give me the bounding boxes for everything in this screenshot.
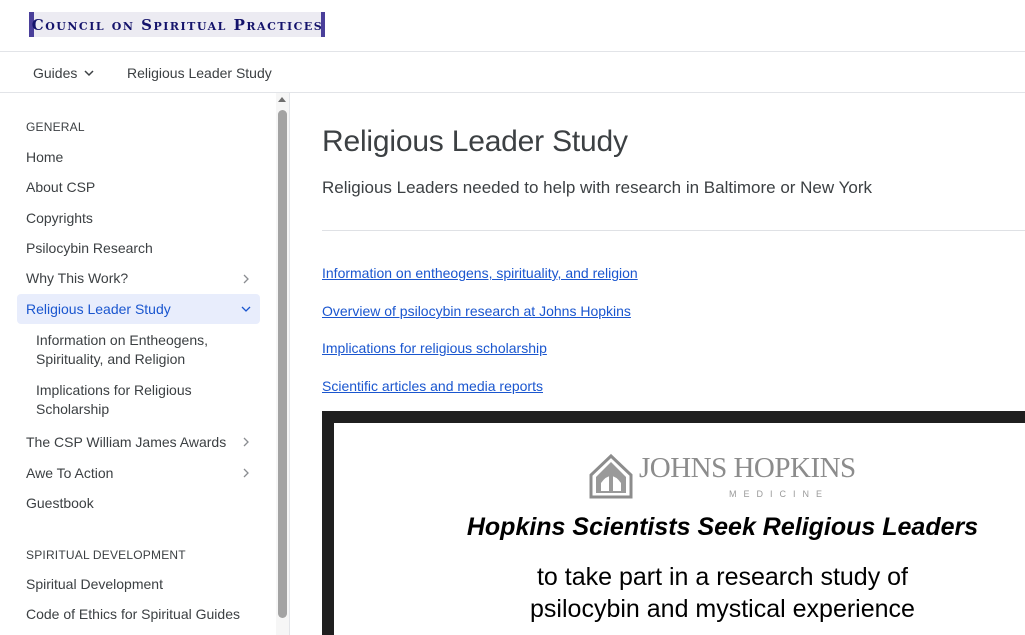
page-title: Religious Leader Study	[322, 125, 628, 158]
sidebar-item-psilocybin-research[interactable]: Psilocybin Research	[26, 240, 260, 256]
divider	[322, 230, 1025, 231]
sidebar-section-general: GENERAL	[26, 120, 85, 134]
flyer-body-line-2: psilocybin and mystical experience	[530, 595, 915, 623]
sidebar-item-home[interactable]: Home	[26, 149, 260, 165]
link-religious-scholarship[interactable]: Implications for religious scholarship	[322, 340, 547, 356]
scroll-up-arrow-icon[interactable]	[278, 97, 286, 102]
site-logo[interactable]: Council on Spiritual Practices	[29, 12, 325, 37]
johns-hopkins-medicine: MEDICINE	[729, 489, 830, 499]
johns-hopkins-shield-icon	[589, 453, 633, 499]
flyer-content: JOHNS HOPKINS MEDICINE Hopkins Scientist…	[334, 423, 1025, 635]
link-entheogens-info[interactable]: Information on entheogens, spirituality,…	[322, 265, 638, 281]
chevron-down-icon	[84, 70, 94, 77]
page-subtitle: Religious Leaders needed to help with re…	[322, 178, 872, 197]
subnav-current-page[interactable]: Religious Leader Study	[127, 65, 272, 81]
chevron-right-icon[interactable]	[240, 436, 252, 448]
sidebar-scrollbar[interactable]	[276, 93, 289, 635]
subnav-current-label: Religious Leader Study	[127, 65, 272, 81]
logo-text: Council on Spiritual Practices	[31, 15, 324, 34]
sidebar-item-guestbook[interactable]: Guestbook	[26, 495, 260, 511]
sidebar-subitem-religious-scholarship[interactable]: Implications for Religious Scholarship	[36, 381, 246, 419]
johns-hopkins-logo: JOHNS HOPKINS MEDICINE	[587, 453, 856, 503]
sidebar-item-william-james-awards[interactable]: The CSP William James Awards	[26, 434, 260, 450]
link-psilocybin-overview[interactable]: Overview of psilocybin research at Johns…	[322, 303, 631, 319]
guides-label: Guides	[33, 65, 78, 81]
johns-hopkins-name: JOHNS HOPKINS	[639, 452, 856, 484]
sidebar-item-why-this-work[interactable]: Why This Work?	[26, 270, 260, 286]
chevron-down-icon[interactable]	[240, 303, 252, 315]
scrollbar-thumb[interactable]	[278, 110, 287, 618]
sidebar-item-label: Religious Leader Study	[26, 301, 171, 317]
sub-navigation: Guides Religious Leader Study	[0, 52, 1025, 93]
sidebar-item-about-csp[interactable]: About CSP	[26, 179, 260, 195]
top-header: Council on Spiritual Practices	[0, 0, 1025, 52]
sidebar-item-awe-to-action[interactable]: Awe To Action	[26, 465, 260, 481]
sidebar: GENERAL Home About CSP Copyrights Psiloc…	[0, 93, 290, 635]
sidebar-item-spiritual-development[interactable]: Spiritual Development	[26, 576, 260, 592]
chevron-right-icon[interactable]	[240, 467, 252, 479]
sidebar-item-code-of-ethics[interactable]: Code of Ethics for Spiritual Guides	[26, 606, 260, 622]
flyer-body: to take part in a research study of psil…	[334, 561, 1025, 625]
sidebar-subitem-entheogens[interactable]: Information on Entheogens, Spirituality,…	[36, 331, 246, 369]
sidebar-item-religious-leader-study[interactable]: Religious Leader Study	[17, 294, 260, 324]
study-flyer-image: JOHNS HOPKINS MEDICINE Hopkins Scientist…	[322, 411, 1025, 635]
sidebar-item-copyrights[interactable]: Copyrights	[26, 210, 260, 226]
flyer-headline: Hopkins Scientists Seek Religious Leader…	[466, 513, 979, 541]
chevron-right-icon[interactable]	[240, 273, 252, 285]
link-scientific-articles[interactable]: Scientific articles and media reports	[322, 378, 543, 394]
main-content: Religious Leader Study Religious Leaders…	[290, 93, 1025, 635]
flyer-body-line-1: to take part in a research study of	[536, 563, 909, 591]
guides-dropdown[interactable]: Guides	[33, 65, 95, 81]
sidebar-section-spiritual-development: SPIRITUAL DEVELOPMENT	[26, 548, 186, 562]
